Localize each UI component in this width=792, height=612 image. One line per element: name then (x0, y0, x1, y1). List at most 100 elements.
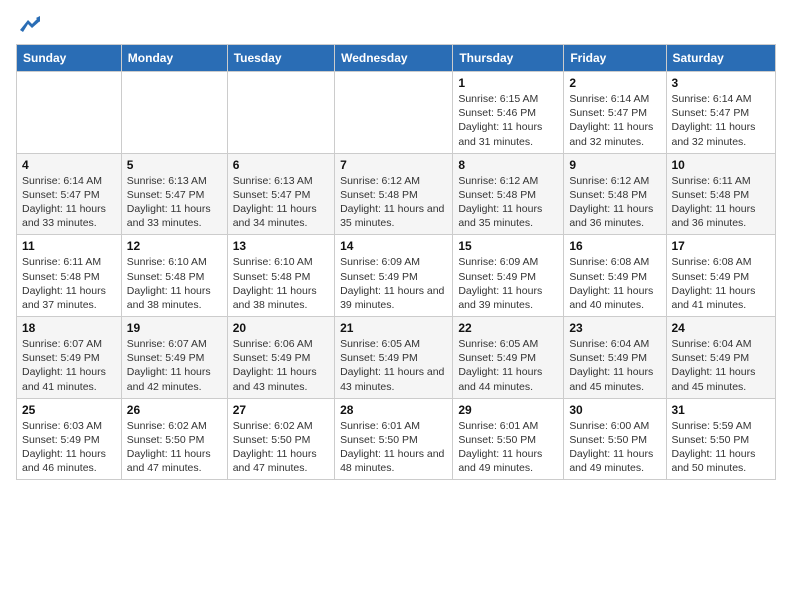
day-cell: 2 Sunrise: 6:14 AM Sunset: 5:47 PM Daylig… (564, 72, 666, 154)
day-info: Sunrise: 6:08 AM Sunset: 5:49 PM Dayligh… (672, 255, 771, 312)
calendar-body: 1 Sunrise: 6:15 AM Sunset: 5:46 PM Daylig… (17, 72, 776, 480)
day-cell (121, 72, 227, 154)
day-cell (335, 72, 453, 154)
day-info: Sunrise: 6:00 AM Sunset: 5:50 PM Dayligh… (569, 419, 660, 476)
day-cell: 10 Sunrise: 6:11 AM Sunset: 5:48 PM Dayli… (666, 153, 776, 235)
day-number: 5 (127, 158, 222, 172)
day-number: 3 (672, 76, 771, 90)
day-info: Sunrise: 6:11 AM Sunset: 5:48 PM Dayligh… (22, 255, 116, 312)
day-info: Sunrise: 6:10 AM Sunset: 5:48 PM Dayligh… (127, 255, 222, 312)
day-cell: 11Sunrise: 6:11 AM Sunset: 5:48 PM Dayli… (17, 235, 122, 317)
day-info: Sunrise: 6:11 AM Sunset: 5:48 PM Dayligh… (672, 174, 771, 231)
day-cell: 20 Sunrise: 6:06 AM Sunset: 5:49 PM Dayli… (227, 317, 334, 399)
day-cell: 27 Sunrise: 6:02 AM Sunset: 5:50 PM Dayli… (227, 398, 334, 480)
day-info: Sunrise: 6:12 AM Sunset: 5:48 PM Dayligh… (340, 174, 447, 231)
day-cell: 5 Sunrise: 6:13 AM Sunset: 5:47 PM Daylig… (121, 153, 227, 235)
day-cell: 13 Sunrise: 6:10 AM Sunset: 5:48 PM Dayli… (227, 235, 334, 317)
day-cell: 6 Sunrise: 6:13 AM Sunset: 5:47 PM Daylig… (227, 153, 334, 235)
week-row-3: 11Sunrise: 6:11 AM Sunset: 5:48 PM Dayli… (17, 235, 776, 317)
day-info: Sunrise: 6:04 AM Sunset: 5:49 PM Dayligh… (569, 337, 660, 394)
day-cell (17, 72, 122, 154)
column-header-sunday: Sunday (17, 45, 122, 72)
day-number: 28 (340, 403, 447, 417)
day-info: Sunrise: 6:07 AM Sunset: 5:49 PM Dayligh… (127, 337, 222, 394)
day-info: Sunrise: 6:12 AM Sunset: 5:48 PM Dayligh… (458, 174, 558, 231)
day-info: Sunrise: 5:59 AM Sunset: 5:50 PM Dayligh… (672, 419, 771, 476)
day-info: Sunrise: 6:14 AM Sunset: 5:47 PM Dayligh… (22, 174, 116, 231)
day-info: Sunrise: 6:06 AM Sunset: 5:49 PM Dayligh… (233, 337, 329, 394)
day-info: Sunrise: 6:15 AM Sunset: 5:46 PM Dayligh… (458, 92, 558, 149)
day-cell: 24 Sunrise: 6:04 AM Sunset: 5:49 PM Dayli… (666, 317, 776, 399)
day-number: 23 (569, 321, 660, 335)
day-number: 8 (458, 158, 558, 172)
day-cell: 22 Sunrise: 6:05 AM Sunset: 5:49 PM Dayli… (453, 317, 564, 399)
column-header-monday: Monday (121, 45, 227, 72)
column-header-tuesday: Tuesday (227, 45, 334, 72)
day-number: 13 (233, 239, 329, 253)
column-header-wednesday: Wednesday (335, 45, 453, 72)
week-row-5: 25 Sunrise: 6:03 AM Sunset: 5:49 PM Dayli… (17, 398, 776, 480)
day-number: 30 (569, 403, 660, 417)
day-cell: 14Sunrise: 6:09 AM Sunset: 5:49 PM Dayli… (335, 235, 453, 317)
day-number: 24 (672, 321, 771, 335)
day-cell: 15Sunrise: 6:09 AM Sunset: 5:49 PM Dayli… (453, 235, 564, 317)
week-row-4: 18 Sunrise: 6:07 AM Sunset: 5:49 PM Dayli… (17, 317, 776, 399)
day-number: 10 (672, 158, 771, 172)
day-number: 27 (233, 403, 329, 417)
day-number: 12 (127, 239, 222, 253)
day-info: Sunrise: 6:13 AM Sunset: 5:47 PM Dayligh… (127, 174, 222, 231)
day-number: 14 (340, 239, 447, 253)
column-header-thursday: Thursday (453, 45, 564, 72)
day-number: 6 (233, 158, 329, 172)
day-number: 21 (340, 321, 447, 335)
day-cell: 18 Sunrise: 6:07 AM Sunset: 5:49 PM Dayli… (17, 317, 122, 399)
day-number: 1 (458, 76, 558, 90)
day-info: Sunrise: 6:14 AM Sunset: 5:47 PM Dayligh… (569, 92, 660, 149)
day-cell: 16Sunrise: 6:08 AM Sunset: 5:49 PM Dayli… (564, 235, 666, 317)
day-number: 19 (127, 321, 222, 335)
day-cell: 28 Sunrise: 6:01 AM Sunset: 5:50 PM Dayli… (335, 398, 453, 480)
day-info: Sunrise: 6:03 AM Sunset: 5:49 PM Dayligh… (22, 419, 116, 476)
day-number: 4 (22, 158, 116, 172)
day-info: Sunrise: 6:09 AM Sunset: 5:49 PM Dayligh… (458, 255, 558, 312)
day-cell: 1 Sunrise: 6:15 AM Sunset: 5:46 PM Daylig… (453, 72, 564, 154)
logo-bird-icon (18, 16, 40, 34)
day-info: Sunrise: 6:02 AM Sunset: 5:50 PM Dayligh… (233, 419, 329, 476)
day-number: 2 (569, 76, 660, 90)
day-cell: 4 Sunrise: 6:14 AM Sunset: 5:47 PM Daylig… (17, 153, 122, 235)
day-info: Sunrise: 6:01 AM Sunset: 5:50 PM Dayligh… (340, 419, 447, 476)
day-info: Sunrise: 6:14 AM Sunset: 5:47 PM Dayligh… (672, 92, 771, 149)
day-number: 9 (569, 158, 660, 172)
day-cell: 23 Sunrise: 6:04 AM Sunset: 5:49 PM Dayli… (564, 317, 666, 399)
day-number: 20 (233, 321, 329, 335)
day-info: Sunrise: 6:10 AM Sunset: 5:48 PM Dayligh… (233, 255, 329, 312)
day-cell: 19 Sunrise: 6:07 AM Sunset: 5:49 PM Dayli… (121, 317, 227, 399)
day-cell: 25 Sunrise: 6:03 AM Sunset: 5:49 PM Dayli… (17, 398, 122, 480)
day-number: 18 (22, 321, 116, 335)
week-row-1: 1 Sunrise: 6:15 AM Sunset: 5:46 PM Daylig… (17, 72, 776, 154)
day-cell: 31 Sunrise: 5:59 AM Sunset: 5:50 PM Dayli… (666, 398, 776, 480)
day-info: Sunrise: 6:08 AM Sunset: 5:49 PM Dayligh… (569, 255, 660, 312)
day-cell: 26Sunrise: 6:02 AM Sunset: 5:50 PM Dayli… (121, 398, 227, 480)
day-cell: 30 Sunrise: 6:00 AM Sunset: 5:50 PM Dayli… (564, 398, 666, 480)
day-info: Sunrise: 6:05 AM Sunset: 5:49 PM Dayligh… (458, 337, 558, 394)
week-row-2: 4 Sunrise: 6:14 AM Sunset: 5:47 PM Daylig… (17, 153, 776, 235)
day-cell: 3 Sunrise: 6:14 AM Sunset: 5:47 PM Daylig… (666, 72, 776, 154)
day-number: 31 (672, 403, 771, 417)
day-info: Sunrise: 6:02 AM Sunset: 5:50 PM Dayligh… (127, 419, 222, 476)
day-number: 22 (458, 321, 558, 335)
day-info: Sunrise: 6:04 AM Sunset: 5:49 PM Dayligh… (672, 337, 771, 394)
calendar-table: SundayMondayTuesdayWednesdayThursdayFrid… (16, 44, 776, 480)
day-number: 25 (22, 403, 116, 417)
calendar-header: SundayMondayTuesdayWednesdayThursdayFrid… (17, 45, 776, 72)
day-cell: 7Sunrise: 6:12 AM Sunset: 5:48 PM Daylig… (335, 153, 453, 235)
day-number: 17 (672, 239, 771, 253)
logo (16, 16, 40, 34)
day-info: Sunrise: 6:01 AM Sunset: 5:50 PM Dayligh… (458, 419, 558, 476)
day-info: Sunrise: 6:07 AM Sunset: 5:49 PM Dayligh… (22, 337, 116, 394)
day-info: Sunrise: 6:13 AM Sunset: 5:47 PM Dayligh… (233, 174, 329, 231)
day-number: 29 (458, 403, 558, 417)
day-cell (227, 72, 334, 154)
day-cell: 9 Sunrise: 6:12 AM Sunset: 5:48 PM Daylig… (564, 153, 666, 235)
day-info: Sunrise: 6:12 AM Sunset: 5:48 PM Dayligh… (569, 174, 660, 231)
